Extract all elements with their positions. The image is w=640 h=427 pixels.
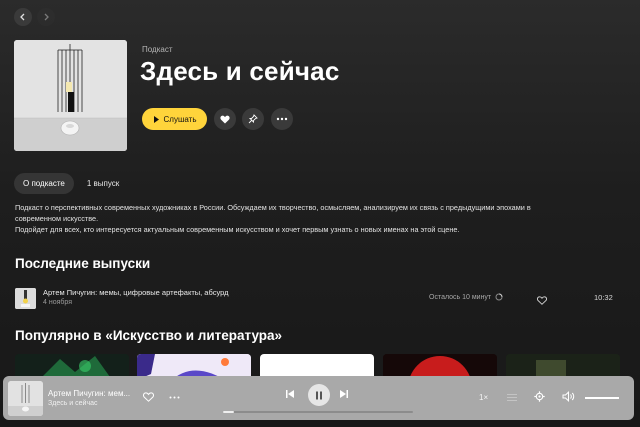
episode-title[interactable]: Артем Пичугин: мемы, цифровые артефакты,… (43, 288, 229, 297)
heart-icon (537, 296, 547, 305)
queue-icon (507, 394, 517, 401)
progress-ring-icon (495, 293, 503, 301)
settings-button[interactable] (534, 391, 545, 402)
heart-icon (143, 392, 154, 402)
history-nav (14, 8, 55, 26)
more-icon (169, 396, 180, 399)
description-paragraph: Подойдет для всех, кто интересуется акту… (15, 225, 460, 234)
play-icon (153, 115, 159, 123)
more-icon (276, 117, 288, 121)
episode-remaining-label: Осталось 10 минут (429, 293, 492, 301)
podcast-description: Подкаст о перспективных современных худо… (15, 202, 575, 235)
player-podcast-name[interactable]: Здесь и сейчас (48, 400, 98, 407)
description-paragraph: Подкаст о перспективных современных худо… (15, 203, 531, 223)
more-button[interactable] (271, 108, 293, 130)
pin-icon (248, 114, 258, 124)
tab-bar: О подкасте 1 выпуск (14, 173, 128, 194)
episode-cover[interactable] (15, 288, 36, 309)
chevron-right-icon (44, 13, 49, 21)
player-like-button[interactable] (143, 392, 154, 402)
play-pause-button[interactable] (308, 384, 330, 406)
previous-button[interactable] (285, 389, 295, 399)
player-more-button[interactable] (169, 396, 180, 399)
content-type-label: Подкаст (142, 45, 173, 54)
gear-icon (534, 391, 545, 402)
episode-date: 4 ноября (43, 299, 73, 306)
tab-about[interactable]: О подкасте (14, 173, 74, 194)
listen-button-label: Слушать (163, 114, 197, 124)
volume-slider[interactable] (585, 397, 619, 399)
podcast-cover (14, 40, 127, 151)
player-bar: Артем Пичугин: мем... Здесь и сейчас 1× (3, 376, 634, 420)
episode-duration: 10:32 (594, 293, 613, 302)
episode-remaining: Осталось 10 минут (429, 293, 503, 301)
queue-button[interactable] (506, 393, 518, 402)
popular-heading: Популярно в «Искусство и литература» (15, 328, 283, 343)
playback-speed-button[interactable]: 1× (479, 393, 488, 402)
heart-icon (220, 115, 230, 123)
player-cover[interactable] (8, 381, 43, 416)
volume-icon (562, 391, 575, 402)
latest-episodes-heading: Последние выпуски (15, 256, 151, 271)
episode-like-button[interactable] (537, 292, 547, 310)
like-button[interactable] (214, 108, 236, 130)
skip-next-icon (340, 390, 348, 398)
page-title: Здесь и сейчас (140, 56, 340, 86)
playback-progress-fill (223, 411, 235, 413)
listen-button[interactable]: Слушать (142, 108, 207, 130)
back-button[interactable] (14, 8, 32, 26)
playback-progress[interactable] (223, 411, 413, 413)
volume-button[interactable] (562, 391, 575, 402)
pause-icon (316, 391, 322, 399)
pin-button[interactable] (242, 108, 264, 130)
skip-previous-icon (286, 390, 294, 398)
volume-slider-fill (585, 397, 619, 399)
chevron-left-icon (20, 13, 25, 21)
next-button[interactable] (339, 389, 349, 399)
forward-button[interactable] (37, 8, 55, 26)
player-track-title[interactable]: Артем Пичугин: мем... (48, 389, 130, 398)
tab-episodes[interactable]: 1 выпуск (78, 173, 128, 194)
